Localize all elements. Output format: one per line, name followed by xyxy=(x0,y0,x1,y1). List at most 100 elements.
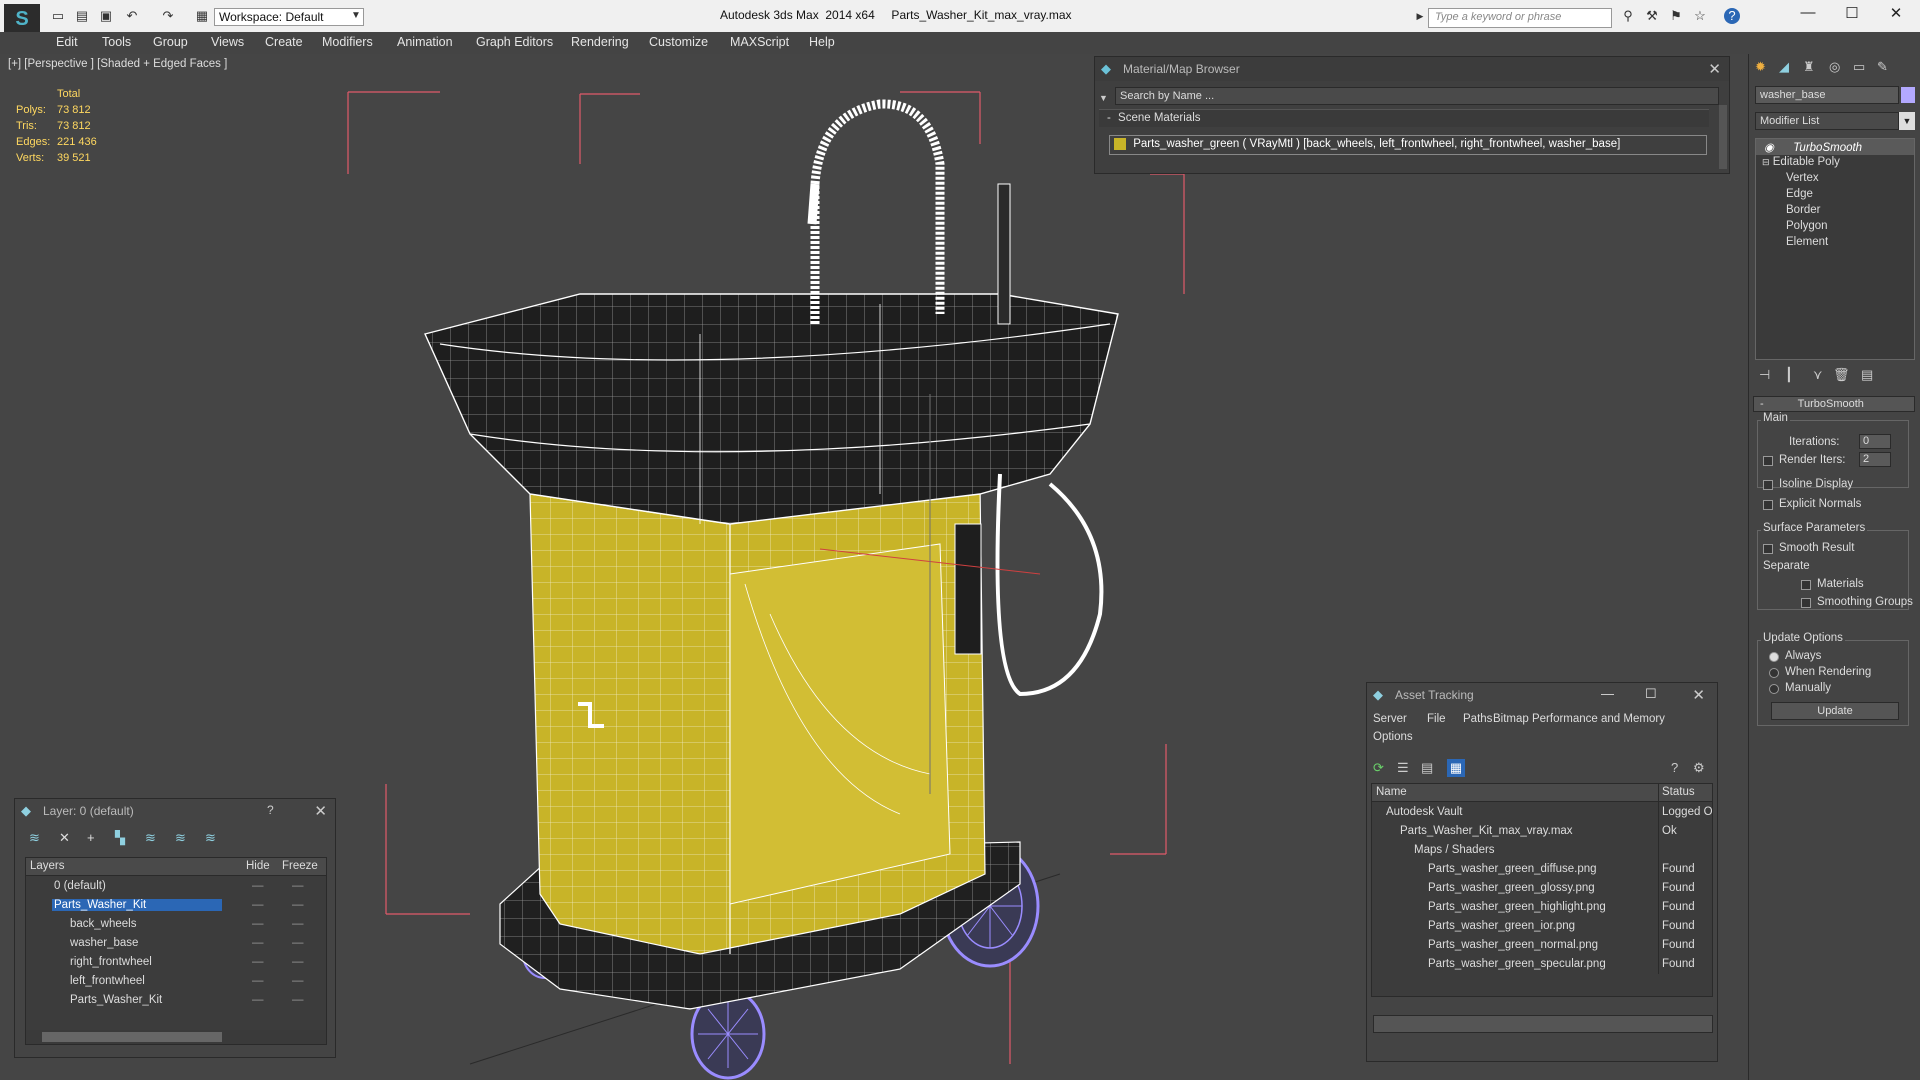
smooth-result-checkbox[interactable] xyxy=(1763,544,1773,554)
pin-stack-icon[interactable]: ⊣ xyxy=(1759,366,1770,384)
faucet[interactable] xyxy=(810,99,945,324)
help-icon[interactable]: ? xyxy=(1671,759,1678,777)
smoothing-groups-checkbox[interactable] xyxy=(1801,598,1811,608)
stack-item-polygon[interactable]: Polygon xyxy=(1786,220,1828,232)
menu-edit[interactable]: Edit xyxy=(56,35,78,49)
minimize-icon[interactable]: — xyxy=(1788,4,1828,26)
chevron-down-icon[interactable]: ▼ xyxy=(1899,112,1915,130)
table-row[interactable]: Parts_washer_green_specular.png Found xyxy=(1372,956,1712,975)
col-freeze-header[interactable]: Freeze xyxy=(282,860,318,872)
table-row[interactable]: Parts_washer_green_normal.png Found xyxy=(1372,937,1712,956)
hide-toggle-icon[interactable]: — xyxy=(252,880,264,892)
menu-bitmap-performance[interactable]: Bitmap Performance and Memory xyxy=(1493,713,1665,725)
hide-toggle-icon[interactable]: — xyxy=(252,975,264,987)
menu-customize[interactable]: Customize xyxy=(649,35,708,49)
menu-paths[interactable]: Paths xyxy=(1463,713,1492,725)
help-button[interactable]: ? xyxy=(267,803,274,817)
material-search-input[interactable]: Search by Name ... xyxy=(1115,87,1719,105)
stack-item-editable-poly[interactable]: ⊟ Editable Poly xyxy=(1762,156,1840,168)
table-row[interactable]: Parts_washer_green_ior.png Found xyxy=(1372,918,1712,937)
binoculars-icon[interactable]: ⚲ xyxy=(1620,8,1636,24)
menu-animation[interactable]: Animation xyxy=(397,35,453,49)
col-status-header[interactable]: Status xyxy=(1662,786,1695,798)
configure-modifier-sets-icon[interactable]: ▤ xyxy=(1861,366,1873,384)
save-icon[interactable]: ▣ xyxy=(98,8,114,24)
menu-options[interactable]: Options xyxy=(1373,731,1413,743)
menu-group[interactable]: Group xyxy=(153,35,188,49)
maximize-icon[interactable]: ☐ xyxy=(1645,686,1657,702)
col-name-header[interactable]: Name xyxy=(1376,786,1407,798)
workspace-dropdown[interactable]: Workspace: Default xyxy=(214,8,364,26)
hide-toggle-icon[interactable]: — xyxy=(252,956,264,968)
freeze-toggle-icon[interactable]: — xyxy=(292,918,304,930)
refresh-icon[interactable]: ⟳ xyxy=(1373,759,1384,777)
freeze-toggle-icon[interactable]: — xyxy=(292,899,304,911)
close-icon[interactable]: ✕ xyxy=(1708,60,1721,78)
communication-icon[interactable]: ⚑ xyxy=(1668,8,1684,24)
layer-row[interactable]: right_frontwheel — — xyxy=(26,954,326,973)
display-tab-icon[interactable]: ▭ xyxy=(1853,58,1865,76)
highlight-layer-icon[interactable]: ≋ xyxy=(145,829,156,847)
menu-maxscript[interactable]: MAXScript xyxy=(730,35,789,49)
new-file-icon[interactable]: ▭ xyxy=(50,8,66,24)
update-button[interactable]: Update xyxy=(1771,702,1899,720)
menu-file[interactable]: File xyxy=(1427,713,1446,725)
utilities-tab-icon[interactable]: ✎ xyxy=(1877,58,1888,76)
isoline-display-checkbox[interactable] xyxy=(1763,480,1773,490)
chevron-down-icon[interactable]: ▼ xyxy=(348,8,364,24)
stack-item-element[interactable]: Element xyxy=(1786,236,1828,248)
add-to-layer-icon[interactable]: + xyxy=(87,829,95,847)
stack-item-turbosmooth[interactable]: ◉ TurboSmooth xyxy=(1756,139,1914,155)
show-end-result-icon[interactable]: ┃ xyxy=(1785,366,1793,384)
layer-row[interactable]: left_frontwheel — — xyxy=(26,973,326,992)
horizontal-scrollbar[interactable] xyxy=(26,1030,326,1044)
layer-row[interactable]: washer_base — — xyxy=(26,935,326,954)
hide-toggle-icon[interactable]: — xyxy=(252,994,264,1006)
lightbulb-icon[interactable]: ◉ xyxy=(1764,142,1774,154)
freeze-toggle-icon[interactable]: — xyxy=(292,956,304,968)
menu-server[interactable]: Server xyxy=(1373,713,1407,725)
menu-graph-editors[interactable]: Graph Editors xyxy=(476,35,553,49)
project-folder-icon[interactable]: ▦ xyxy=(194,8,210,24)
table-view-icon[interactable]: ▦ xyxy=(1447,759,1465,777)
stack-item-vertex[interactable]: Vertex xyxy=(1786,172,1819,184)
stack-item-edge[interactable]: Edge xyxy=(1786,188,1813,200)
menu-rendering[interactable]: Rendering xyxy=(571,35,629,49)
hide-toggle-icon[interactable]: — xyxy=(252,899,264,911)
menu-modifiers[interactable]: Modifiers xyxy=(322,35,373,49)
close-icon[interactable]: ✕ xyxy=(314,802,327,820)
iterations-spinner[interactable]: 0 xyxy=(1859,434,1891,449)
menu-views[interactable]: Views xyxy=(211,35,244,49)
layer-row[interactable]: Parts_Washer_Kit — — xyxy=(26,992,326,1011)
menu-help[interactable]: Help xyxy=(809,35,835,49)
stack-item-border[interactable]: Border xyxy=(1786,204,1821,216)
spray-nozzle[interactable] xyxy=(997,183,1011,325)
modifier-list-dropdown[interactable]: Modifier List xyxy=(1755,112,1899,130)
table-row[interactable]: Autodesk Vault Logged O xyxy=(1372,804,1713,823)
create-tab-icon[interactable]: ✹ xyxy=(1755,58,1766,76)
delete-layer-icon[interactable]: ✕ xyxy=(59,829,70,847)
hierarchy-tab-icon[interactable]: ♜ xyxy=(1803,58,1815,76)
hide-all-layers-icon[interactable]: ≋ xyxy=(175,829,186,847)
modify-tab-icon[interactable]: ◢ xyxy=(1779,58,1789,76)
layer-row[interactable]: back_wheels — — xyxy=(26,916,326,935)
control-box[interactable] xyxy=(954,523,982,655)
always-radio[interactable] xyxy=(1769,652,1779,662)
table-row[interactable]: Maps / Shaders xyxy=(1372,842,1712,861)
freeze-all-layers-icon[interactable]: ≋ xyxy=(205,829,216,847)
settings-icon[interactable]: ⚙ xyxy=(1693,759,1705,777)
render-iters-checkbox[interactable] xyxy=(1763,456,1773,466)
list-view-icon[interactable]: ☰ xyxy=(1397,759,1409,777)
scrollbar[interactable] xyxy=(1719,105,1727,169)
minimize-icon[interactable]: — xyxy=(1601,686,1614,701)
motion-tab-icon[interactable]: ◎ xyxy=(1829,58,1840,76)
freeze-toggle-icon[interactable]: — xyxy=(292,994,304,1006)
select-in-layer-icon[interactable]: ▚ xyxy=(115,829,125,847)
open-file-icon[interactable]: ▤ xyxy=(74,8,90,24)
table-row[interactable]: Parts_washer_green_highlight.png Found xyxy=(1372,899,1712,918)
material-item[interactable]: Parts_washer_green ( VRayMtl ) [back_whe… xyxy=(1109,135,1707,155)
favorites-star-icon[interactable]: ☆ xyxy=(1692,8,1708,24)
subscription-icon[interactable]: ⚒ xyxy=(1644,8,1660,24)
hose[interactable] xyxy=(995,473,1104,697)
table-row[interactable]: Parts_washer_green_diffuse.png Found xyxy=(1372,861,1712,880)
